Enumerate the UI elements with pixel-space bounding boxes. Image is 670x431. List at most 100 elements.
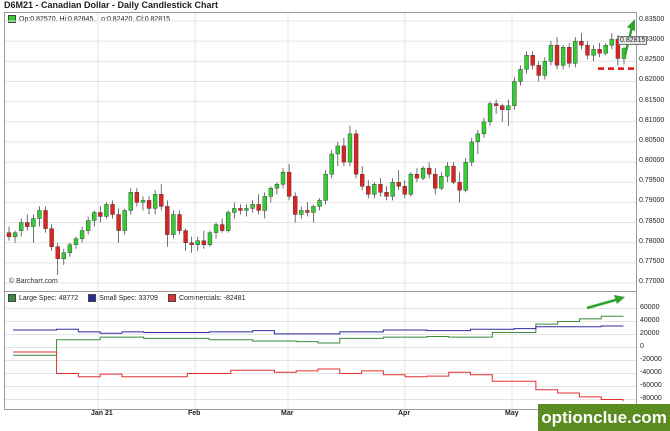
candle (567, 43, 572, 68)
barchart-credit: © Barchart.com (9, 278, 58, 285)
date-tick-label: Apr (398, 410, 411, 417)
candle (92, 210, 97, 227)
price-panel[interactable]: Op:0.82570, Hi:0.82845, Lo:0.82420, Cl:0… (4, 12, 637, 292)
candle-body (61, 252, 66, 260)
candle-body (591, 49, 596, 56)
candle (12, 230, 18, 243)
commercials-line (13, 351, 624, 402)
candle (536, 61, 541, 82)
candle (597, 43, 602, 58)
candle-body (250, 204, 255, 209)
candle (122, 208, 127, 235)
candle-body (134, 192, 140, 203)
candle (274, 182, 280, 195)
cot-tick-label: -20000 (640, 355, 662, 363)
candle (542, 57, 548, 80)
candle (165, 200, 170, 247)
candle-body (439, 175, 444, 189)
candle-body (530, 55, 535, 66)
candle-body (213, 224, 219, 233)
chart-title: D6M21 - Canadian Dollar - Daily Candlest… (4, 0, 219, 10)
candle (67, 242, 73, 257)
candle (609, 33, 615, 50)
cot-tick-label: 20000 (640, 329, 660, 337)
candle-body (445, 165, 450, 177)
cot-line-chart (5, 292, 636, 409)
candle-body (347, 133, 353, 163)
candle-body (140, 200, 146, 203)
candle (238, 204, 243, 215)
price-tick-label: 0.77500 (639, 257, 665, 265)
candle-body (585, 44, 590, 56)
candle-body (487, 103, 493, 122)
candle-body (554, 44, 560, 66)
candle (110, 200, 115, 219)
candle-body (79, 230, 85, 239)
candle (55, 242, 60, 275)
candle (104, 202, 109, 219)
candle (372, 182, 377, 199)
candle-body (280, 171, 286, 185)
candle-body (207, 232, 213, 245)
candle (451, 162, 456, 185)
candle (469, 137, 474, 167)
candle-body (165, 206, 170, 235)
candle-body (116, 214, 121, 231)
candle-body (201, 240, 207, 245)
candle (213, 222, 219, 239)
candle-body (85, 220, 91, 231)
candle-body (506, 105, 511, 110)
candle (85, 216, 91, 235)
candle-body (177, 214, 182, 231)
candle-body (567, 47, 572, 64)
candle-body (98, 212, 103, 217)
candle (512, 77, 517, 110)
candle (347, 125, 353, 167)
candle-body (232, 208, 237, 213)
candle (475, 129, 481, 155)
cot-panel[interactable]: Large Spec: 48772 Small Spec: 33709 Comm… (4, 291, 637, 410)
candle-body (256, 204, 261, 211)
candle-body (37, 210, 42, 219)
price-tick-label: 0.78500 (639, 217, 665, 225)
candle (18, 218, 24, 237)
candle-body (73, 238, 79, 245)
candle-body (128, 192, 133, 211)
candle-body (274, 184, 280, 189)
candle (359, 166, 365, 191)
price-tick-label: 0.83500 (639, 16, 665, 23)
candle-body (335, 145, 340, 155)
candle-body (457, 182, 462, 191)
candle (146, 196, 152, 215)
candle (311, 204, 316, 223)
candle (390, 178, 395, 201)
candle-body (323, 173, 328, 201)
candle-body (31, 218, 36, 227)
candle-body (122, 210, 127, 231)
candle (25, 214, 30, 231)
candle-body (110, 204, 115, 215)
cot-tick-label: 40000 (640, 316, 660, 324)
candlestick-chart (5, 13, 636, 291)
cot-tick-label: -60000 (640, 381, 662, 389)
candle (232, 202, 237, 219)
candle-body (286, 171, 292, 197)
candle-body (195, 240, 200, 245)
candle-body (43, 210, 48, 229)
cot-tick-label: 60000 (640, 303, 660, 311)
candle (98, 206, 103, 223)
candle-body (6, 232, 12, 237)
candle (43, 206, 48, 233)
candle (73, 236, 79, 249)
candle-body (183, 230, 188, 243)
candle-body (317, 200, 322, 207)
watermark-logo: optionclue.com (538, 404, 670, 431)
candle (195, 236, 200, 251)
candle (219, 218, 225, 233)
candle-body (146, 200, 152, 209)
candle-body (512, 81, 517, 106)
candle-body (408, 173, 414, 195)
last-price-tag: 0.82815 (618, 36, 648, 45)
candle (256, 194, 261, 215)
candle-body (402, 186, 407, 195)
